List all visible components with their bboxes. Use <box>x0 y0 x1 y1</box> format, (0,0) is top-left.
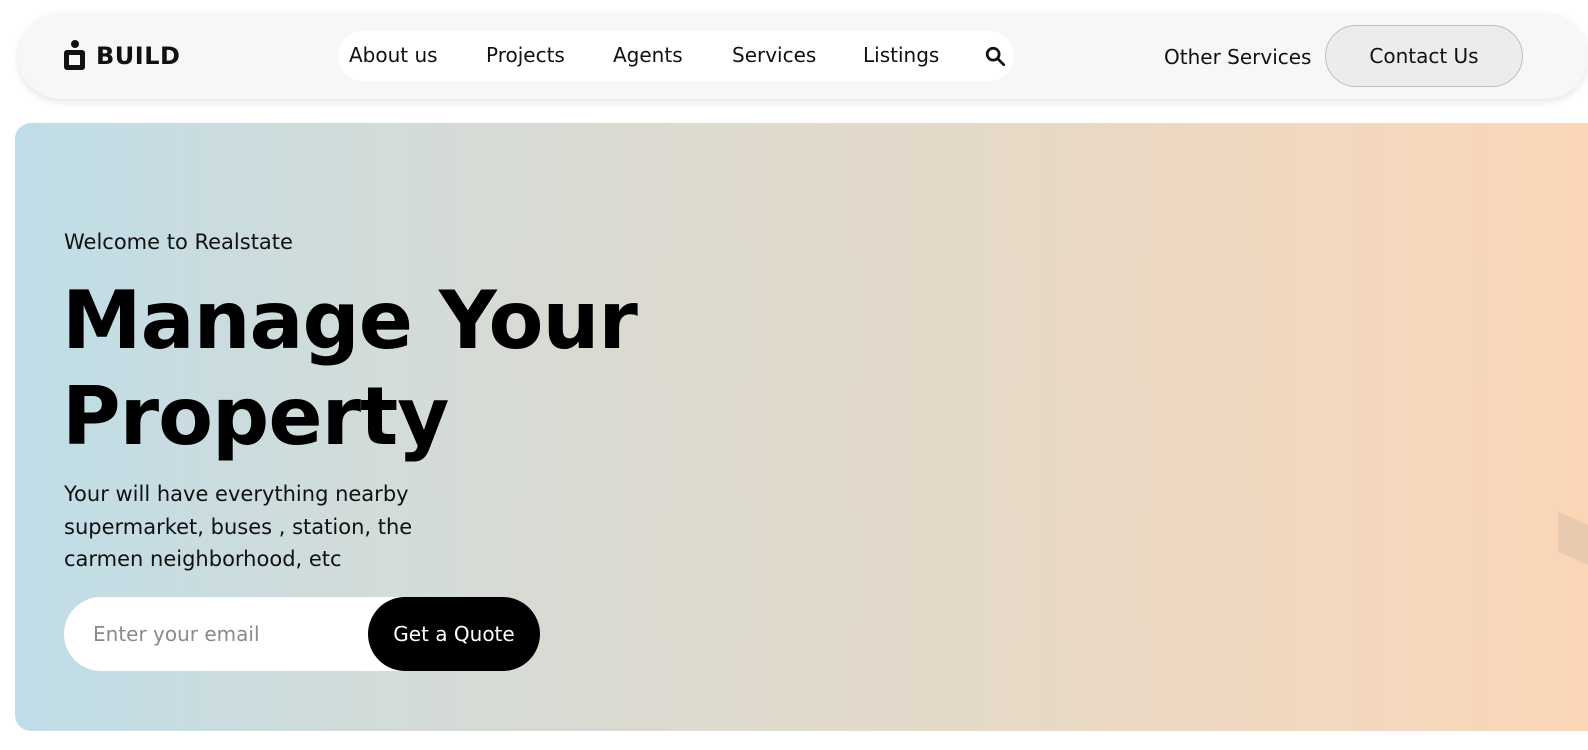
hero-headline: Manage Your Property <box>62 273 638 465</box>
top-navbar: BUILD About us Projects Agents Services … <box>18 13 1588 99</box>
building-logo-icon <box>64 40 86 72</box>
hero-headline-line-1: Manage Your <box>62 274 638 367</box>
email-input[interactable] <box>64 597 374 671</box>
quote-form: Get a Quote <box>64 597 540 671</box>
nav-link-agents[interactable]: Agents <box>613 43 683 67</box>
nav-link-services[interactable]: Services <box>732 43 816 67</box>
main-nav: About us Projects Agents Services Listin… <box>338 31 1014 81</box>
hero-description: Your will have everything nearby superma… <box>64 482 413 571</box>
nav-link-projects[interactable]: Projects <box>486 43 565 67</box>
hero-decoration <box>1558 511 1588 575</box>
hero-section: Welcome to Realstate Manage Your Propert… <box>15 123 1588 731</box>
nav-link-about-us[interactable]: About us <box>349 43 438 67</box>
hero-welcome-text: Welcome to Realstate <box>64 230 293 254</box>
brand-name: BUILD <box>96 42 181 70</box>
nav-link-listings[interactable]: Listings <box>863 43 939 67</box>
hero-headline-line-2: Property <box>62 370 449 463</box>
get-quote-button[interactable]: Get a Quote <box>368 597 540 671</box>
brand-logo[interactable]: BUILD <box>64 40 180 72</box>
contact-us-button[interactable]: Contact Us <box>1325 25 1523 87</box>
other-services-link[interactable]: Other Services <box>1164 45 1311 69</box>
search-icon[interactable] <box>984 45 1006 67</box>
